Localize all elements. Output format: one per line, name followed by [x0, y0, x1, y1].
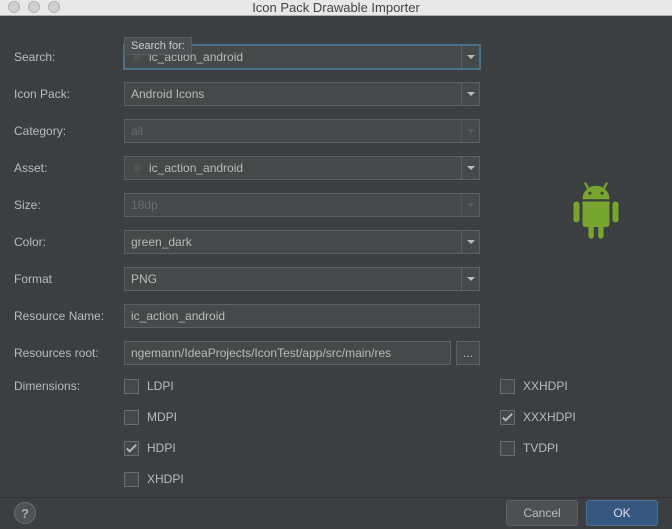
checkbox-icon — [500, 379, 515, 394]
dimension-checkbox-xhdpi[interactable]: XHDPI — [124, 472, 480, 487]
checkbox-icon — [124, 441, 139, 456]
android-icon — [131, 161, 145, 175]
checkbox-icon — [500, 441, 515, 456]
checkbox-label: XHDPI — [147, 472, 184, 486]
dimension-checkbox-xxxhdpi[interactable]: XXXHDPI — [500, 410, 576, 425]
iconpack-label: Icon Pack: — [14, 87, 124, 101]
format-value: PNG — [131, 272, 157, 286]
dimensions-label: Dimensions: — [14, 379, 124, 393]
size-value: 18dp — [131, 198, 158, 212]
dialog-content: Search: Search for: ic_action_android Ic… — [0, 16, 672, 497]
search-label: Search: — [14, 50, 124, 64]
cancel-label: Cancel — [523, 506, 560, 520]
resroot-value: ngemann/IdeaProjects/IconTest/app/src/ma… — [131, 346, 391, 360]
color-combo[interactable]: green_dark — [124, 230, 480, 254]
dialog-footer: ? Cancel OK — [0, 497, 672, 529]
dropdown-arrow-icon[interactable] — [461, 46, 479, 68]
checkbox-icon — [124, 472, 139, 487]
resroot-input[interactable]: ngemann/IdeaProjects/IconTest/app/src/ma… — [124, 341, 451, 365]
titlebar: Icon Pack Drawable Importer — [0, 0, 672, 16]
minimize-icon[interactable] — [28, 1, 40, 13]
cancel-button[interactable]: Cancel — [506, 500, 578, 526]
category-combo: all — [124, 119, 480, 143]
help-icon: ? — [21, 506, 29, 521]
icon-preview — [560, 176, 632, 251]
size-label: Size: — [14, 198, 124, 212]
checkbox-label: HDPI — [147, 441, 176, 455]
checkbox-label: XXHDPI — [523, 379, 568, 393]
checkbox-label: MDPI — [147, 410, 177, 424]
resname-input[interactable]: ic_action_android — [124, 304, 480, 328]
asset-value: ic_action_android — [149, 161, 243, 175]
size-combo: 18dp — [124, 193, 480, 217]
dropdown-arrow-icon — [461, 194, 479, 216]
window-title: Icon Pack Drawable Importer — [0, 0, 672, 15]
category-label: Category: — [14, 124, 124, 138]
asset-combo[interactable]: ic_action_android — [124, 156, 480, 180]
maximize-icon[interactable] — [48, 1, 60, 13]
android-logo-icon — [560, 176, 632, 248]
checkbox-icon — [124, 410, 139, 425]
ok-label: OK — [613, 506, 630, 520]
checkbox-label: LDPI — [147, 379, 174, 393]
resname-value: ic_action_android — [131, 309, 225, 323]
checkbox-icon — [124, 379, 139, 394]
browse-button[interactable]: ... — [456, 341, 480, 365]
iconpack-value: Android Icons — [131, 87, 204, 101]
dimension-checkbox-xxhdpi[interactable]: XXHDPI — [500, 379, 576, 394]
dropdown-arrow-icon[interactable] — [461, 83, 479, 105]
dropdown-arrow-icon — [461, 120, 479, 142]
iconpack-combo[interactable]: Android Icons — [124, 82, 480, 106]
ok-button[interactable]: OK — [586, 500, 658, 526]
browse-label: ... — [463, 346, 473, 360]
close-icon[interactable] — [8, 1, 20, 13]
dropdown-arrow-icon[interactable] — [461, 157, 479, 179]
window-controls — [0, 1, 60, 13]
color-label: Color: — [14, 235, 124, 249]
category-value: all — [131, 124, 143, 138]
help-button[interactable]: ? — [14, 502, 36, 524]
search-tooltip: Search for: — [124, 37, 192, 55]
checkbox-label: TVDPI — [523, 441, 558, 455]
dropdown-arrow-icon[interactable] — [461, 268, 479, 290]
checkbox-label: XXXHDPI — [523, 410, 576, 424]
resname-label: Resource Name: — [14, 309, 124, 323]
dimension-checkbox-tvdpi[interactable]: TVDPI — [500, 441, 576, 456]
dimensions-checkboxes: LDPI MDPI HDPI XHDPI XXHDPI XXXHDPI TVDPI — [124, 379, 576, 487]
dimension-checkbox-mdpi[interactable]: MDPI — [124, 410, 480, 425]
dimension-checkbox-ldpi[interactable]: LDPI — [124, 379, 480, 394]
format-label: Format — [14, 272, 124, 286]
format-combo[interactable]: PNG — [124, 267, 480, 291]
dimension-checkbox-hdpi[interactable]: HDPI — [124, 441, 480, 456]
color-value: green_dark — [131, 235, 192, 249]
checkbox-icon — [500, 410, 515, 425]
dropdown-arrow-icon[interactable] — [461, 231, 479, 253]
asset-label: Asset: — [14, 161, 124, 175]
resroot-label: Resources root: — [14, 346, 124, 360]
